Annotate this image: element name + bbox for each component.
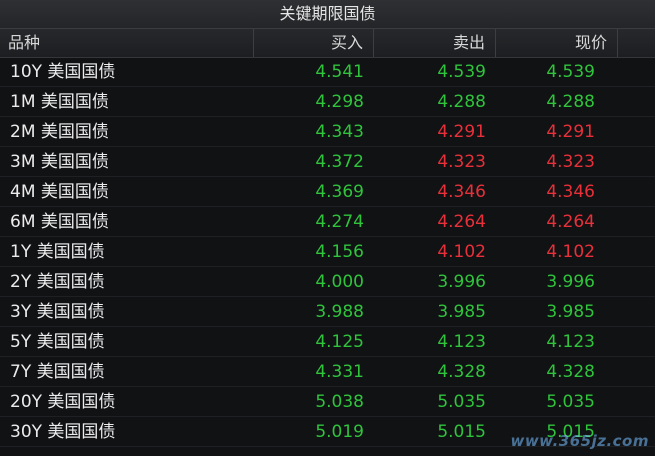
table-row[interactable]: 7Y 美国国债 4.331 4.328 4.328 (0, 357, 655, 387)
bond-name: 3Y 美国国债 (10, 302, 105, 322)
bond-name: 2Y 美国国债 (10, 272, 105, 292)
buy-value: 4.331 (315, 362, 364, 382)
sell-value: 4.323 (437, 152, 486, 172)
bond-name: 7Y 美国国债 (10, 362, 105, 382)
buy-value: 4.000 (315, 272, 364, 292)
table-row[interactable]: 4M 美国国债 4.369 4.346 4.346 (0, 177, 655, 207)
price-value: 4.346 (546, 182, 595, 202)
sell-value: 4.291 (437, 122, 486, 142)
column-header-name[interactable]: 品种 (0, 29, 254, 57)
sell-value: 4.288 (437, 92, 486, 112)
bond-name: 20Y 美国国债 (10, 392, 116, 412)
price-value: 3.985 (546, 302, 595, 322)
bond-name: 1M 美国国债 (10, 92, 109, 112)
buy-value: 4.125 (315, 332, 364, 352)
bond-name: 10Y 美国国债 (10, 62, 116, 82)
panel-title: 关键期限国债 (0, 0, 655, 29)
sell-value: 4.123 (437, 332, 486, 352)
price-value: 4.264 (546, 212, 595, 232)
sell-value: 3.985 (437, 302, 486, 322)
table-row[interactable]: 1Y 美国国债 4.156 4.102 4.102 (0, 237, 655, 267)
table-header: 品种 买入 卖出 现价 (0, 29, 655, 58)
table-row[interactable]: 3Y 美国国债 3.988 3.985 3.985 (0, 297, 655, 327)
buy-value: 4.369 (315, 182, 364, 202)
buy-value: 5.038 (315, 392, 364, 412)
table-row[interactable]: 1M 美国国债 4.298 4.288 4.288 (0, 87, 655, 117)
price-value: 4.328 (546, 362, 595, 382)
bond-name: 4M 美国国债 (10, 182, 109, 202)
buy-value: 3.988 (315, 302, 364, 322)
bond-name: 3M 美国国债 (10, 152, 109, 172)
table-row[interactable]: 2M 美国国债 4.343 4.291 4.291 (0, 117, 655, 147)
price-value: 4.288 (546, 92, 595, 112)
sell-value: 5.035 (437, 392, 486, 412)
sell-value: 3.996 (437, 272, 486, 292)
buy-value: 4.156 (315, 242, 364, 262)
site-watermark: www.365jz.com (510, 432, 649, 450)
price-value: 4.291 (546, 122, 595, 142)
table-row[interactable]: 5Y 美国国债 4.125 4.123 4.123 (0, 327, 655, 357)
price-value: 4.323 (546, 152, 595, 172)
table-row[interactable]: 6M 美国国债 4.274 4.264 4.264 (0, 207, 655, 237)
buy-value: 4.372 (315, 152, 364, 172)
price-value: 4.539 (546, 62, 595, 82)
buy-value: 4.541 (315, 62, 364, 82)
sell-value: 4.328 (437, 362, 486, 382)
sell-value: 4.264 (437, 212, 486, 232)
buy-value: 4.343 (315, 122, 364, 142)
price-value: 5.035 (546, 392, 595, 412)
column-header-buy[interactable]: 买入 (254, 29, 374, 57)
table-row[interactable]: 20Y 美国国债 5.038 5.035 5.035 (0, 387, 655, 417)
sell-value: 5.015 (437, 422, 486, 442)
buy-value: 4.274 (315, 212, 364, 232)
column-header-sell[interactable]: 卖出 (374, 29, 496, 57)
sell-value: 4.346 (437, 182, 486, 202)
price-value: 4.123 (546, 332, 595, 352)
bond-name: 1Y 美国国债 (10, 242, 105, 262)
bond-name: 6M 美国国债 (10, 212, 109, 232)
table-row[interactable]: 3M 美国国债 4.372 4.323 4.323 (0, 147, 655, 177)
bond-name: 5Y 美国国债 (10, 332, 105, 352)
bond-name: 30Y 美国国债 (10, 422, 116, 442)
column-header-price[interactable]: 现价 (496, 29, 618, 57)
sell-value: 4.539 (437, 62, 486, 82)
sell-value: 4.102 (437, 242, 486, 262)
price-value: 3.996 (546, 272, 595, 292)
price-value: 4.102 (546, 242, 595, 262)
bond-table-body: 10Y 美国国债 4.541 4.539 4.539 1M 美国国债 4.298… (0, 57, 655, 447)
buy-value: 4.298 (315, 92, 364, 112)
table-row[interactable]: 2Y 美国国债 4.000 3.996 3.996 (0, 267, 655, 297)
buy-value: 5.019 (315, 422, 364, 442)
bond-name: 2M 美国国债 (10, 122, 109, 142)
table-row[interactable]: 10Y 美国国债 4.541 4.539 4.539 (0, 57, 655, 87)
column-header-spacer (618, 29, 655, 57)
